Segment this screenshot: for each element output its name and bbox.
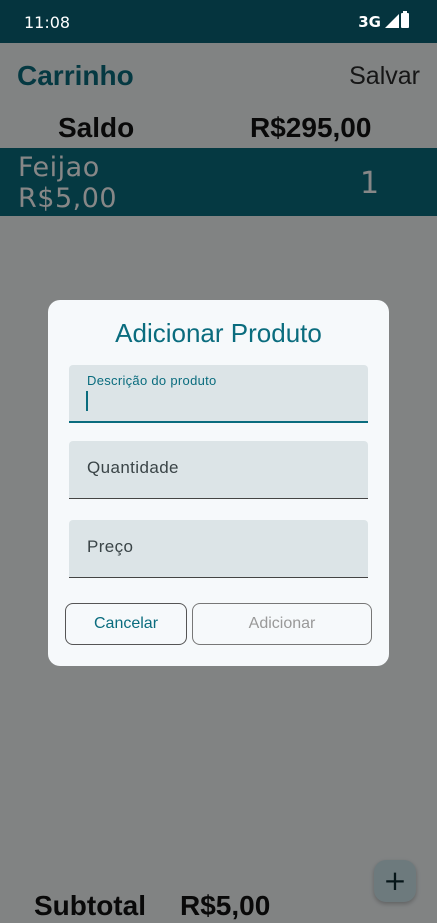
quantity-field[interactable]: Quantidade (69, 441, 368, 499)
dialog-title: Adicionar Produto (115, 318, 322, 348)
status-time: 11:08 (24, 13, 71, 32)
description-label: Descrição do produto (87, 373, 217, 388)
add-button[interactable]: Adicionar (192, 603, 372, 645)
add-product-dialog: Adicionar Produto Descrição do produto Q… (48, 300, 389, 666)
signal-icon (385, 14, 399, 28)
status-bar: 11:08 3G (0, 0, 437, 43)
cancel-button[interactable]: Cancelar (65, 603, 187, 645)
description-field[interactable]: Descrição do produto (69, 365, 368, 423)
text-cursor (86, 391, 88, 411)
price-placeholder: Preço (87, 537, 134, 556)
price-field[interactable]: Preço (69, 520, 368, 578)
battery-icon (401, 11, 409, 28)
network-type: 3G (358, 13, 381, 31)
quantity-placeholder: Quantidade (87, 458, 179, 477)
